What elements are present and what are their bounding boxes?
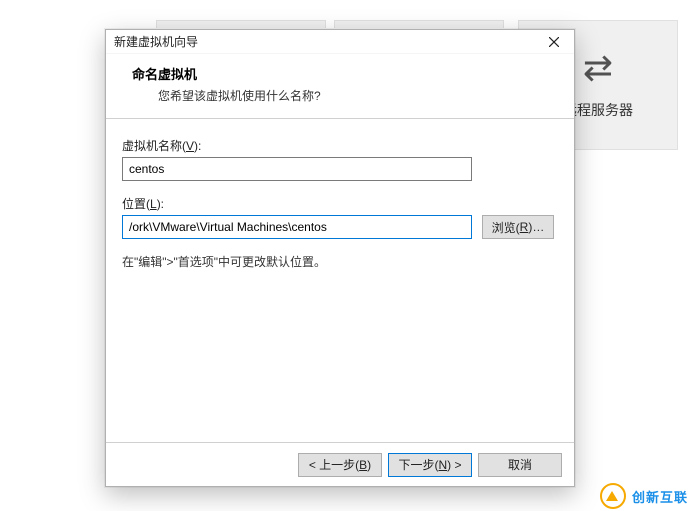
next-button[interactable]: 下一步(N) > <box>388 453 472 477</box>
vm-location-input[interactable] <box>122 215 472 239</box>
vm-location-label: 位置(L): <box>122 195 558 212</box>
dialog-footer: < 上一步(B) 下一步(N) > 取消 <box>106 442 574 486</box>
dialog-title: 新建虚拟机向导 <box>114 33 198 50</box>
close-icon <box>549 37 559 47</box>
dialog-header-subtitle: 您希望该虚拟机使用什么名称? <box>132 87 558 104</box>
dialog-header: 命名虚拟机 您希望该虚拟机使用什么名称? <box>106 54 574 119</box>
dialog-header-title: 命名虚拟机 <box>132 64 558 83</box>
browse-button[interactable]: 浏览(R)… <box>482 215 554 239</box>
location-hint: 在"编辑">"首选项"中可更改默认位置。 <box>122 253 558 270</box>
back-button[interactable]: < 上一步(B) <box>298 453 382 477</box>
dialog-close-button[interactable] <box>536 31 572 53</box>
vm-name-input[interactable] <box>122 157 472 181</box>
remote-server-icon: ⇄ <box>583 50 613 86</box>
new-vm-wizard-dialog: 新建虚拟机向导 命名虚拟机 您希望该虚拟机使用什么名称? 虚拟机名称(V): 位… <box>105 29 575 487</box>
brand-watermark: 创新互联 <box>600 477 692 511</box>
brand-icon <box>600 483 626 509</box>
vm-name-label: 虚拟机名称(V): <box>122 137 558 154</box>
dialog-body: 虚拟机名称(V): 位置(L): 浏览(R)… 在"编辑">"首选项"中可更改默… <box>106 119 574 442</box>
cancel-button[interactable]: 取消 <box>478 453 562 477</box>
background-toolbar <box>156 20 504 28</box>
dialog-titlebar: 新建虚拟机向导 <box>106 30 574 54</box>
brand-text: 创新互联 <box>632 487 688 506</box>
